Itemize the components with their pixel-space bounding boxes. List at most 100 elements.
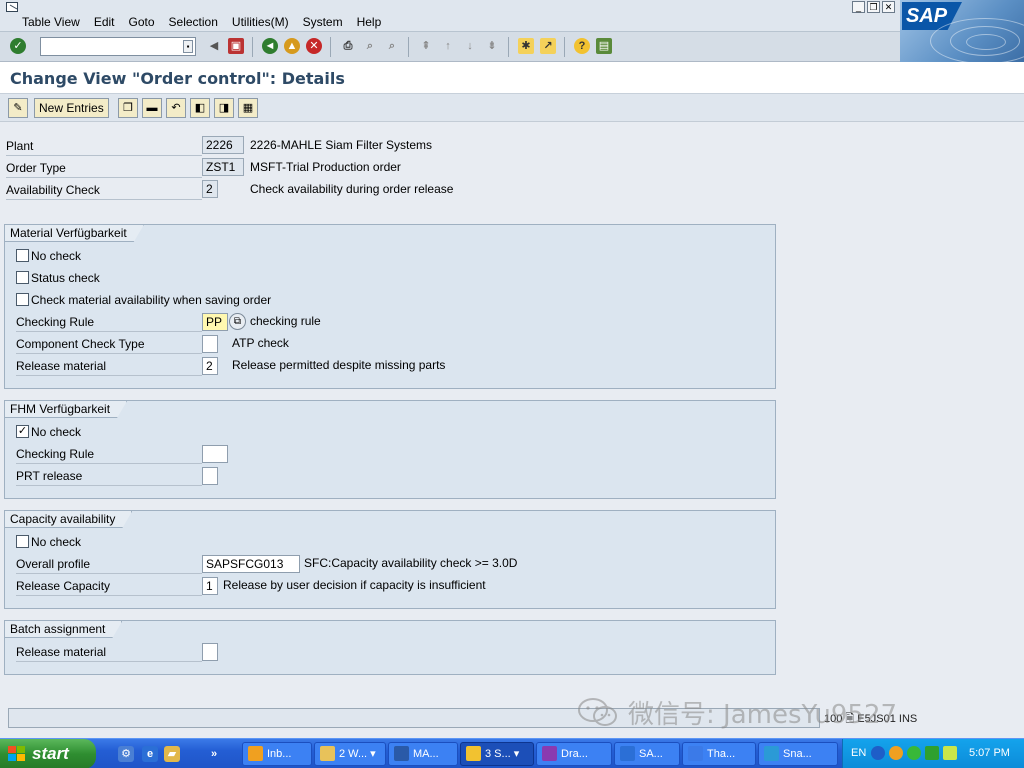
wireless-icon[interactable]: [943, 746, 957, 760]
capacity-group-title: Capacity availability: [5, 511, 132, 528]
component-check-type-label: Component Check Type: [16, 334, 202, 354]
sap-task-icon: [466, 746, 481, 761]
help-icon[interactable]: ?: [574, 38, 590, 54]
collapse-arrow-icon[interactable]: ◀: [206, 38, 222, 54]
menu-goto[interactable]: Goto: [129, 15, 155, 29]
system-info: 100 🗎 E5JS01 INS: [824, 713, 918, 725]
status-check-checkbox[interactable]: [16, 271, 29, 284]
plant-field: 2226: [202, 136, 244, 154]
release-material-field[interactable]: 2: [202, 357, 218, 375]
save-icon[interactable]: ▣: [228, 38, 244, 54]
quicklaunch-ie-icon[interactable]: e: [142, 746, 158, 762]
fhm-group-title: FHM Verfügbarkeit: [5, 401, 127, 418]
task-word[interactable]: MA...: [388, 742, 458, 766]
other-entry-button[interactable]: ▦: [238, 98, 258, 118]
command-history-icon[interactable]: ▪: [183, 40, 193, 53]
task-tha[interactable]: Tha...: [682, 742, 756, 766]
back-icon[interactable]: ◄: [262, 38, 278, 54]
batch-release-material-field[interactable]: [202, 643, 218, 661]
checking-rule-field[interactable]: PP: [202, 313, 228, 331]
overall-profile-label: Overall profile: [16, 554, 202, 574]
language-indicator[interactable]: EN: [851, 747, 866, 759]
availability-check-field: 2: [202, 180, 218, 198]
tray-security-icon[interactable]: [925, 746, 939, 760]
menu-selection[interactable]: Selection: [169, 15, 218, 29]
task-sap[interactable]: 3 S... ▾: [460, 742, 534, 766]
capacity-no-check-label: No check: [31, 535, 82, 549]
menu-help[interactable]: Help: [357, 15, 382, 29]
last-page-icon[interactable]: ⇟: [484, 38, 500, 54]
content-area: Plant 2226 2226-MAHLE Siam Filter System…: [0, 122, 1024, 706]
layout-menu-icon[interactable]: ▤: [596, 38, 612, 54]
outlook-icon: [248, 746, 263, 761]
capacity-availability-group: Capacity availability No check Overall p…: [4, 510, 776, 609]
fhm-availability-group: FHM Verfügbarkeit ✓ No check Checking Ru…: [4, 400, 776, 499]
capacity-no-check-checkbox[interactable]: [16, 535, 29, 548]
enter-icon[interactable]: ✓: [10, 38, 26, 54]
snagit-icon: [764, 746, 779, 761]
start-button[interactable]: start: [0, 739, 96, 768]
task-windows-explorer[interactable]: 2 W... ▾: [314, 742, 386, 766]
quicklaunch-more-icon[interactable]: »: [206, 746, 222, 762]
material-no-check-checkbox[interactable]: [16, 249, 29, 262]
draw-icon: [542, 746, 557, 761]
copy-as-button[interactable]: ❐: [118, 98, 138, 118]
ie-icon: [620, 746, 635, 761]
shortcut-icon[interactable]: ↗: [540, 38, 556, 54]
fhm-checking-rule-field[interactable]: [202, 445, 228, 463]
task-snagit[interactable]: Sna...: [758, 742, 838, 766]
find-next-icon[interactable]: ⌕: [384, 38, 400, 54]
check-on-save-checkbox[interactable]: [16, 293, 29, 306]
previous-page-icon[interactable]: ↑: [440, 38, 456, 54]
find-icon[interactable]: ⌕: [362, 38, 378, 54]
prt-release-label: PRT release: [16, 466, 202, 486]
undo-change-button[interactable]: ↶: [166, 98, 186, 118]
display-change-button[interactable]: ✎: [8, 98, 28, 118]
delete-button[interactable]: ▬: [142, 98, 162, 118]
value-help-icon[interactable]: ⧉: [229, 313, 246, 330]
tray-messenger-icon[interactable]: [907, 746, 921, 760]
thunderbird-icon: [688, 746, 703, 761]
new-entries-button[interactable]: New Entries: [34, 98, 109, 118]
word-icon: [394, 746, 409, 761]
release-capacity-description: Release by user decision if capacity is …: [223, 578, 486, 592]
tray-back-icon[interactable]: [871, 746, 885, 760]
create-session-icon[interactable]: ✱: [518, 38, 534, 54]
exit-icon[interactable]: ▲: [284, 38, 300, 54]
checking-rule-label: Checking Rule: [16, 312, 202, 332]
batch-assignment-group: Batch assignment Release material: [4, 620, 776, 675]
overall-profile-field[interactable]: SAPSFCG013: [202, 555, 300, 573]
command-field[interactable]: ▪: [40, 37, 196, 56]
component-check-type-field[interactable]: [202, 335, 218, 353]
cancel-icon[interactable]: ✕: [306, 38, 322, 54]
print-icon[interactable]: ⎙: [340, 38, 356, 54]
restore-button[interactable]: ❐: [867, 1, 880, 13]
task-inbox[interactable]: Inb...: [242, 742, 312, 766]
menu-table-view[interactable]: Table View: [22, 15, 80, 29]
fhm-no-check-checkbox[interactable]: ✓: [16, 425, 29, 438]
previous-entry-button[interactable]: ◧: [190, 98, 210, 118]
close-window-button[interactable]: ✕: [882, 1, 895, 13]
task-sa-browser[interactable]: SA...: [614, 742, 680, 766]
release-capacity-field[interactable]: 1: [202, 577, 218, 595]
prt-release-field[interactable]: [202, 467, 218, 485]
quicklaunch-folder-icon[interactable]: ▰: [164, 746, 180, 762]
sap-window-icon[interactable]: [6, 2, 20, 14]
taskbar-clock: 5:07 PM: [969, 747, 1010, 759]
next-page-icon[interactable]: ↓: [462, 38, 478, 54]
title-bar: Change View "Order control": Details: [0, 62, 1024, 94]
page-title: Change View "Order control": Details: [10, 69, 345, 88]
material-availability-group: Material Verfügbarkeit No check Status c…: [4, 224, 776, 389]
minimize-button[interactable]: _: [852, 1, 865, 13]
material-no-check-label: No check: [31, 249, 82, 263]
quicklaunch-desktop-icon[interactable]: ⚙: [118, 746, 134, 762]
plant-description: 2226-MAHLE Siam Filter Systems: [250, 138, 433, 152]
tray-outlook-icon[interactable]: [889, 746, 903, 760]
first-page-icon[interactable]: ⇞: [418, 38, 434, 54]
menu-utilities[interactable]: Utilities(M): [232, 15, 289, 29]
menu-edit[interactable]: Edit: [94, 15, 115, 29]
next-entry-button[interactable]: ◨: [214, 98, 234, 118]
availability-check-description: Check availability during order release: [250, 182, 454, 196]
menu-system[interactable]: System: [303, 15, 343, 29]
task-draw[interactable]: Dra...: [536, 742, 612, 766]
